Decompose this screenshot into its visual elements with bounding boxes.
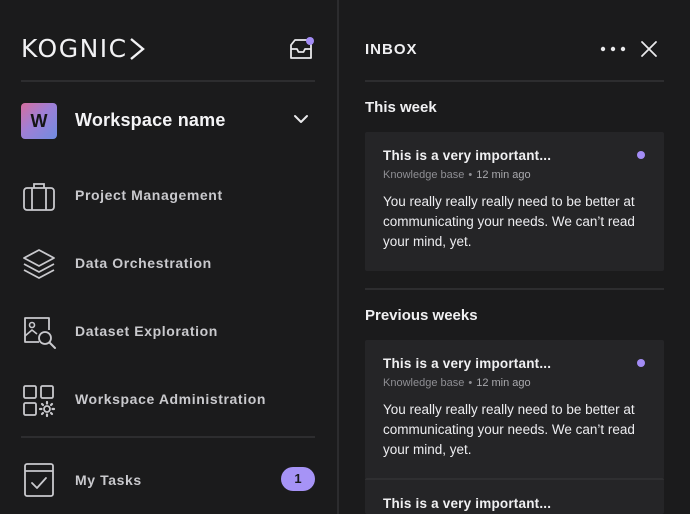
inbox-item-body: You really really really need to be bett… [383,194,635,249]
my-tasks-label: My Tasks [75,472,142,488]
sidebar: KOGNIC W Workspace name Project Manageme… [0,0,337,514]
chevron-down-icon [294,115,308,123]
close-icon [641,41,657,57]
task-check-icon [24,463,54,497]
inbox-title: INBOX [365,41,418,58]
inbox-item-source: Knowledge base [383,377,465,389]
task-count-badge: 1 [281,467,315,491]
unread-dot [637,359,645,367]
section-title-previous-weeks: Previous weeks [365,307,478,324]
meta-separator: • [468,169,473,181]
unread-dot [637,151,645,159]
grid-settings-icon [23,385,56,418]
nav-label: Data Orchestration [75,255,212,271]
inbox-item-time: 12 min ago [476,169,531,181]
inbox-item-title: This is a very important... [383,148,552,163]
more-horizontal-icon [600,46,626,52]
nav-label: Project Management [75,187,223,203]
close-button[interactable] [640,40,658,58]
inbox-item-time: 12 min ago [476,377,531,389]
sidebar-divider-top [21,80,315,82]
panel-divider [337,0,339,514]
logo-text: KOGNIC [21,34,128,63]
workspace-selector[interactable]: W Workspace name [21,102,315,140]
kognic-logo[interactable]: KOGNIC [21,35,146,63]
inbox-item-title: This is a very important... [383,356,552,371]
unread-indicator [306,37,314,45]
nav-item-data-orchestration[interactable]: Data Orchestration [21,240,315,284]
inbox-item-meta: Knowledge base • 12 min ago [383,377,531,389]
image-search-icon [24,317,56,349]
nav-label: Workspace Administration [75,391,266,407]
nav-item-project-management[interactable]: Project Management [21,172,315,216]
inbox-item-body: You really really really need to be bett… [383,402,635,457]
section-divider [365,288,664,290]
logo-chevron-icon [129,38,145,60]
nav-item-dataset-exploration[interactable]: Dataset Exploration [21,308,315,352]
inbox-button[interactable] [286,36,316,62]
nav-label: Dataset Exploration [75,323,218,339]
inbox-item-title: This is a very important... [383,496,552,511]
workspace-avatar: W [21,103,57,139]
sidebar-divider-bottom [21,436,315,438]
inbox-item[interactable]: This is a very important... [365,478,664,514]
inbox-item-meta: Knowledge base • 12 min ago [383,169,531,181]
inbox-item-source: Knowledge base [383,169,465,181]
nav-item-workspace-administration[interactable]: Workspace Administration [21,376,315,420]
more-options-button[interactable] [598,40,628,58]
briefcase-icon [23,183,55,211]
inbox-item[interactable]: This is a very important... Knowledge ba… [365,132,664,271]
workspace-initial: W [30,110,48,131]
workspace-name: Workspace name [75,110,226,130]
meta-separator: • [468,377,473,389]
section-title-this-week: This week [365,99,437,116]
inbox-header-divider [365,80,664,82]
layers-icon [23,249,55,279]
inbox-item[interactable]: This is a very important... Knowledge ba… [365,340,664,479]
nav-item-my-tasks[interactable]: My Tasks 1 [21,460,315,500]
